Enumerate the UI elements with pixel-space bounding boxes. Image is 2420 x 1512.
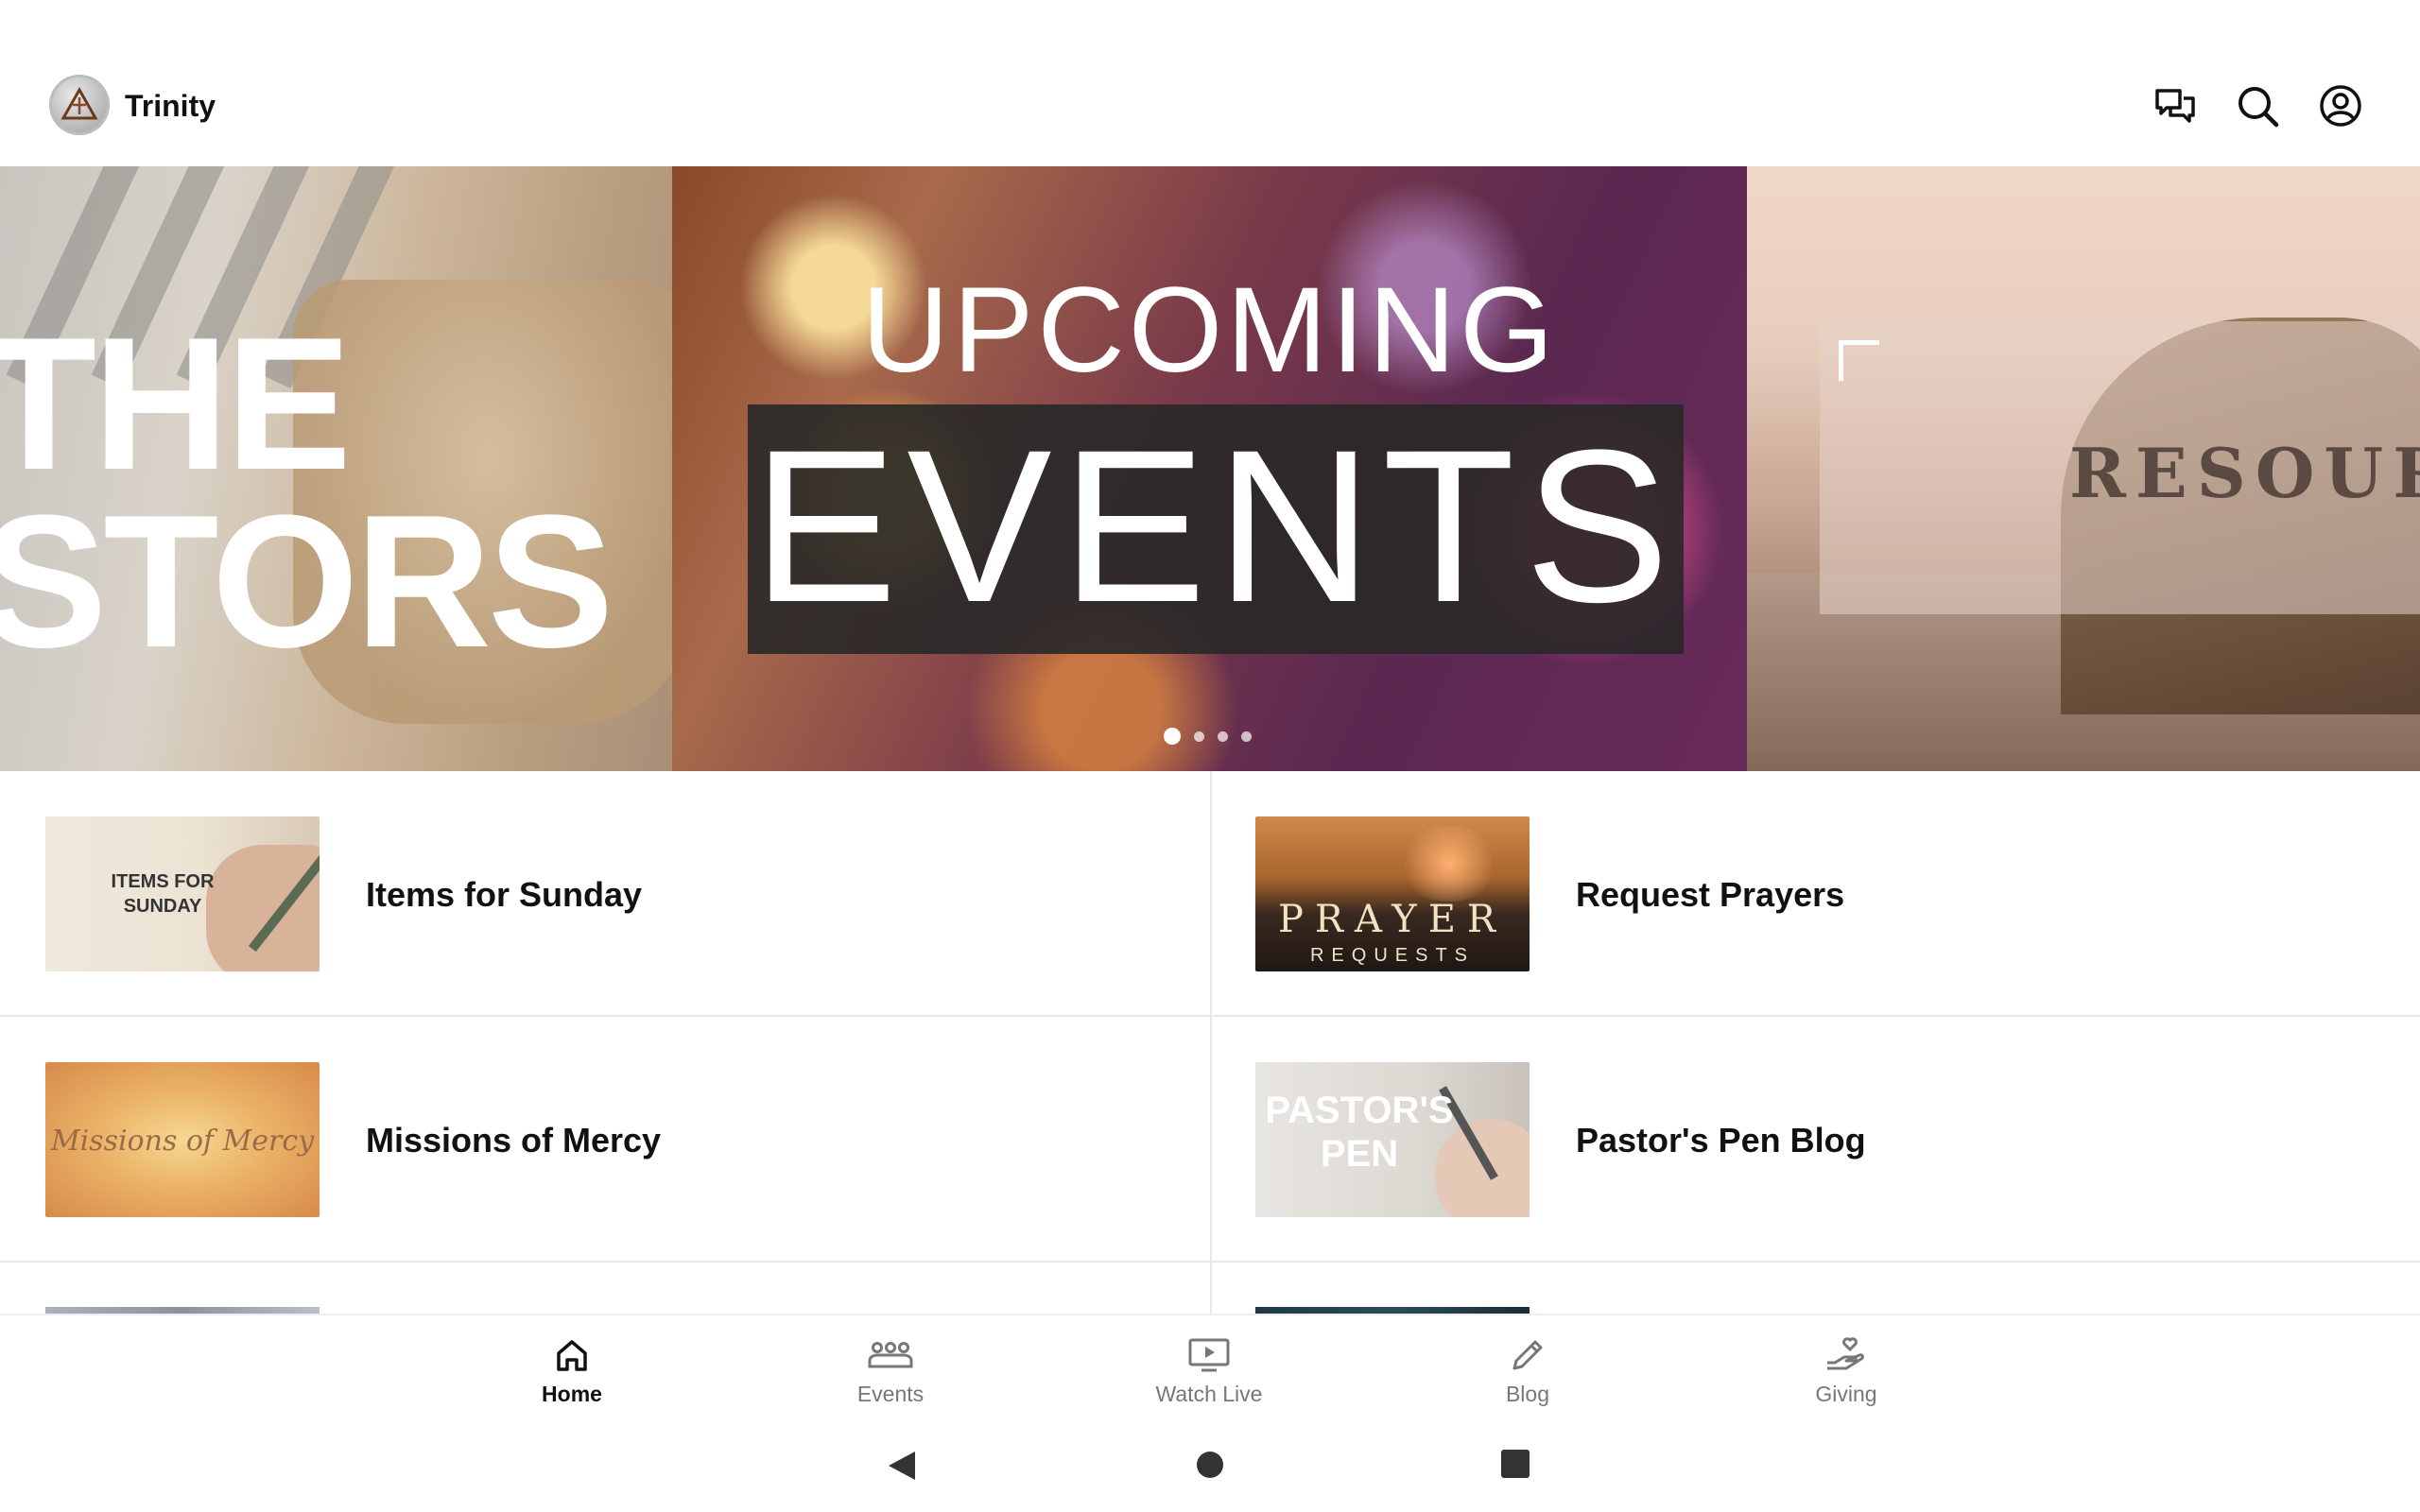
list-item-label: Pastor's Pen Blog <box>1576 1121 1866 1160</box>
list-item-request-prayers[interactable]: PRAYER REQUESTS Request Prayers <box>1210 771 2420 1015</box>
nav-blog[interactable]: Blog <box>1414 1334 1641 1416</box>
app-title: Trinity <box>125 89 216 123</box>
chat-icon[interactable] <box>2152 83 2197 129</box>
triangle-cross-icon <box>60 86 98 120</box>
nav-label: Watch Live <box>1155 1382 1263 1406</box>
nav-label: Events <box>856 1382 925 1406</box>
slide-events-box: EVENTS <box>748 404 1684 654</box>
nav-events[interactable]: Events <box>777 1334 1004 1416</box>
tv-play-icon <box>1188 1338 1230 1372</box>
list-item-label: Missions of Mercy <box>366 1121 662 1160</box>
home-circle-icon[interactable] <box>1195 1450 1225 1480</box>
nav-watch-live[interactable]: Watch Live <box>1096 1334 1322 1416</box>
carousel-slide-resources[interactable]: RESOURC <box>1747 166 2420 771</box>
nav-giving[interactable]: Giving <box>1733 1334 1960 1416</box>
list-item-pastors-pen-blog[interactable]: PASTOR'S PEN Pastor's Pen Blog <box>1210 1017 2420 1261</box>
row-divider <box>0 1261 2420 1263</box>
nav-label: Home <box>542 1382 602 1406</box>
list-item-missions-of-mercy[interactable]: Missions of Mercy Missions of Mercy <box>0 1017 1210 1261</box>
slide-events-text: EVENTS <box>752 404 1680 647</box>
carousel-slide-events[interactable]: UPCOMING EVENTS <box>672 166 1747 771</box>
people-group-icon <box>868 1342 913 1368</box>
slide-upcoming-text: UPCOMING <box>861 263 1558 398</box>
thumbnail-subtext: REQUESTS <box>1309 945 1476 966</box>
list-item-peek-thumbnail <box>45 1307 320 1314</box>
prayer-requests-thumbnail: PRAYER REQUESTS <box>1255 816 1530 971</box>
thumbnail-text: PRAYER <box>1277 898 1508 941</box>
carousel-pagination <box>1164 728 1252 745</box>
banner-carousel[interactable]: THE STORS UPCOMING EVENTS RESOURC <box>0 166 2420 771</box>
pastors-pen-thumbnail: PASTOR'S PEN <box>1255 1062 1530 1217</box>
nav-home[interactable]: Home <box>458 1334 685 1416</box>
list-item-items-for-sunday[interactable]: ITEMS FOR SUNDAY Items for Sunday <box>0 771 1210 1015</box>
recents-icon[interactable] <box>1501 1450 1530 1478</box>
slide-text-line1: THE <box>0 299 352 509</box>
list-item-label: Items for Sunday <box>366 875 643 914</box>
nav-label: Blog <box>1505 1382 1550 1406</box>
carousel-slide-pastors[interactable]: THE STORS <box>0 166 672 771</box>
carousel-dot[interactable] <box>1241 730 1252 742</box>
missions-of-mercy-thumbnail: Missions of Mercy <box>45 1062 320 1217</box>
pencil-icon <box>1512 1340 1543 1370</box>
slide-text-line2: STORS <box>0 476 614 687</box>
thumbnail-text: Missions of Mercy <box>50 1125 315 1158</box>
list-item-peek-thumbnail <box>1255 1307 1530 1314</box>
slide-resources-panel: RESOURC <box>1820 321 2420 614</box>
feature-list: ITEMS FOR SUNDAY Items for Sunday PRAYER… <box>0 771 2420 1314</box>
items-for-sunday-thumbnail: ITEMS FOR SUNDAY <box>45 816 320 971</box>
bottom-navigation: Home Events Watch Live Blog Giving <box>0 1314 2420 1419</box>
carousel-dot[interactable] <box>1164 728 1181 745</box>
nav-label: Giving <box>1815 1382 1877 1406</box>
system-navigation-bar <box>0 1418 2420 1512</box>
list-item-label: Request Prayers <box>1576 875 1845 914</box>
thumbnail-text: PASTOR'S PEN <box>1265 1090 1454 1175</box>
hand-heart-icon <box>1827 1337 1864 1370</box>
carousel-dot[interactable] <box>1218 730 1228 742</box>
home-icon <box>557 1340 587 1371</box>
church-logo[interactable] <box>49 75 110 135</box>
back-icon[interactable] <box>885 1450 917 1482</box>
carousel-dot[interactable] <box>1194 730 1204 742</box>
app-header: Trinity <box>0 0 2420 166</box>
slide-resources-text: RESOURC <box>2069 433 2420 513</box>
account-icon[interactable] <box>2318 83 2363 129</box>
thumbnail-text: ITEMS FOR SUNDAY <box>111 871 215 917</box>
search-icon[interactable] <box>2235 83 2280 129</box>
